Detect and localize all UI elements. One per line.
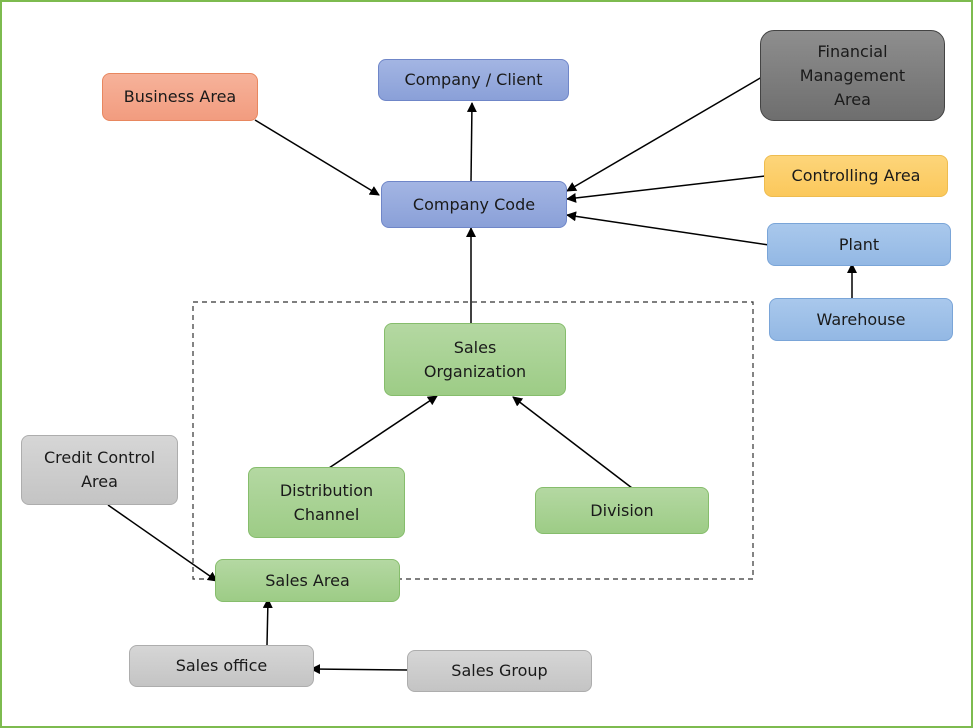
edge-division-to-sales-org <box>512 396 633 489</box>
edge-business-area-to-company-code <box>254 119 380 196</box>
edge-company-code-to-company-client <box>466 102 477 183</box>
edge-sales-office-to-sales-area <box>262 598 273 646</box>
node-company-client[interactable]: Company / Client <box>378 59 569 101</box>
node-distribution-channel[interactable]: Distribution Channel <box>248 467 405 538</box>
node-warehouse[interactable]: Warehouse <box>769 298 953 341</box>
node-financial-management-area[interactable]: Financial Management Area <box>760 30 945 121</box>
edge-distribution-channel-to-sales-org <box>328 395 438 469</box>
edge-credit-control-to-sales-area <box>107 504 218 582</box>
node-controlling-area[interactable]: Controlling Area <box>764 155 948 197</box>
node-sales-group[interactable]: Sales Group <box>407 650 592 692</box>
node-division[interactable]: Division <box>535 487 709 534</box>
edge-sales-group-to-sales-office <box>310 664 408 675</box>
node-company-code[interactable]: Company Code <box>381 181 567 228</box>
edge-financial-area-to-company-code <box>566 76 763 192</box>
node-plant[interactable]: Plant <box>767 223 951 266</box>
node-sales-area[interactable]: Sales Area <box>215 559 400 602</box>
edge-controlling-area-to-company-code <box>566 175 766 203</box>
node-sales-office[interactable]: Sales office <box>129 645 314 687</box>
edge-plant-to-company-code <box>566 211 770 246</box>
diagram-canvas: Business Area Company / Client Financial… <box>0 0 973 728</box>
node-business-area[interactable]: Business Area <box>102 73 258 121</box>
node-sales-organization[interactable]: Sales Organization <box>384 323 566 396</box>
node-credit-control-area[interactable]: Credit Control Area <box>21 435 178 505</box>
